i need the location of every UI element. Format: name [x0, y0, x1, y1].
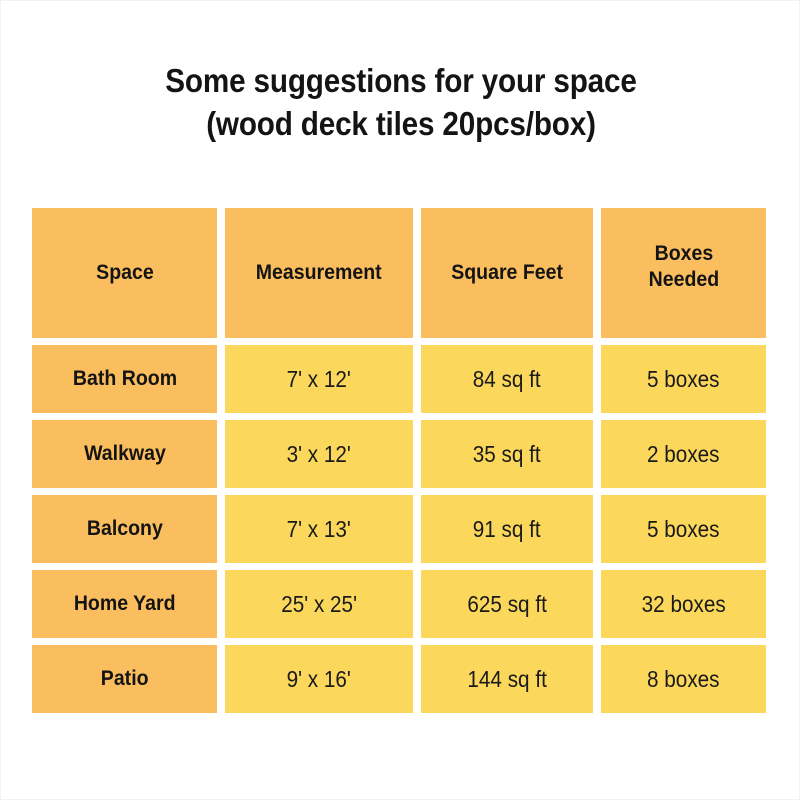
cell-space: Bath Room	[32, 345, 217, 413]
cell-boxes-needed-text: 5 boxes	[647, 366, 720, 392]
cell-boxes-needed-text: 32 boxes	[641, 591, 726, 617]
cell-space-text: Bath Room	[72, 367, 177, 390]
header-cell-space: Space	[32, 208, 217, 338]
cell-square-feet: 91 sq ft	[421, 495, 593, 563]
cell-space-text: Patio	[100, 667, 149, 690]
header-label-boxes-needed-line-1: Boxes	[654, 242, 713, 265]
cell-measurement: 7' x 12'	[225, 345, 413, 413]
cell-space-text: Balcony	[86, 517, 163, 540]
table-row: Walkway 3' x 12' 35 sq ft 2 boxes	[32, 420, 766, 488]
cell-space: Walkway	[32, 420, 217, 488]
cell-measurement: 9' x 16'	[225, 645, 413, 713]
cell-measurement: 25' x 25'	[225, 570, 413, 638]
cell-square-feet-text: 144 sq ft	[467, 666, 547, 692]
header-label-space: Space	[95, 261, 154, 284]
cell-square-feet-text: 35 sq ft	[473, 441, 541, 467]
cell-measurement-text: 25' x 25'	[281, 591, 357, 617]
cell-square-feet-text: 625 sq ft	[467, 591, 547, 617]
header-label-square-feet: Square Feet	[451, 261, 563, 284]
table-header-row: Space Measurement Square Feet Boxes Need…	[32, 208, 766, 338]
cell-boxes-needed: 5 boxes	[601, 345, 766, 413]
cell-boxes-needed: 2 boxes	[601, 420, 766, 488]
suggestions-table: Space Measurement Square Feet Boxes Need…	[32, 208, 766, 713]
cell-measurement-text: 7' x 13'	[286, 516, 352, 542]
cell-boxes-needed: 32 boxes	[601, 570, 766, 638]
title-line-1: Some suggestions for your space	[165, 62, 637, 99]
cell-boxes-needed-text: 2 boxes	[647, 441, 720, 467]
cell-square-feet: 84 sq ft	[421, 345, 593, 413]
cell-measurement-text: 7' x 12'	[286, 366, 352, 392]
cell-space-text: Home Yard	[73, 592, 176, 615]
title-line-2: (wood deck tiles 20pcs/box)	[206, 105, 596, 142]
cell-space: Patio	[32, 645, 217, 713]
cell-space: Home Yard	[32, 570, 217, 638]
cell-boxes-needed: 8 boxes	[601, 645, 766, 713]
table-row: Patio 9' x 16' 144 sq ft 8 boxes	[32, 645, 766, 713]
cell-measurement-text: 3' x 12'	[286, 441, 352, 467]
header-label-boxes-needed-line-2: Needed	[648, 268, 719, 291]
cell-square-feet-text: 91 sq ft	[473, 516, 541, 542]
table-row: Home Yard 25' x 25' 625 sq ft 32 boxes	[32, 570, 766, 638]
cell-space: Balcony	[32, 495, 217, 563]
table-row: Bath Room 7' x 12' 84 sq ft 5 boxes	[32, 345, 766, 413]
cell-square-feet: 35 sq ft	[421, 420, 593, 488]
cell-square-feet: 625 sq ft	[421, 570, 593, 638]
page-title: Some suggestions for your space (wood de…	[1, 59, 800, 145]
cell-measurement-text: 9' x 16'	[286, 666, 352, 692]
header-label-measurement: Measurement	[256, 261, 382, 284]
header-cell-square-feet: Square Feet	[421, 208, 593, 338]
cell-square-feet-text: 84 sq ft	[473, 366, 541, 392]
table-row: Balcony 7' x 13' 91 sq ft 5 boxes	[32, 495, 766, 563]
infographic-canvas: Some suggestions for your space (wood de…	[0, 0, 800, 800]
cell-measurement: 3' x 12'	[225, 420, 413, 488]
header-label-boxes-needed: Boxes Needed	[648, 241, 719, 293]
cell-space-text: Walkway	[83, 442, 166, 465]
cell-boxes-needed-text: 8 boxes	[647, 666, 720, 692]
header-cell-measurement: Measurement	[225, 208, 413, 338]
cell-boxes-needed-text: 5 boxes	[647, 516, 720, 542]
header-cell-boxes-needed: Boxes Needed	[601, 208, 766, 338]
cell-boxes-needed: 5 boxes	[601, 495, 766, 563]
cell-square-feet: 144 sq ft	[421, 645, 593, 713]
cell-measurement: 7' x 13'	[225, 495, 413, 563]
